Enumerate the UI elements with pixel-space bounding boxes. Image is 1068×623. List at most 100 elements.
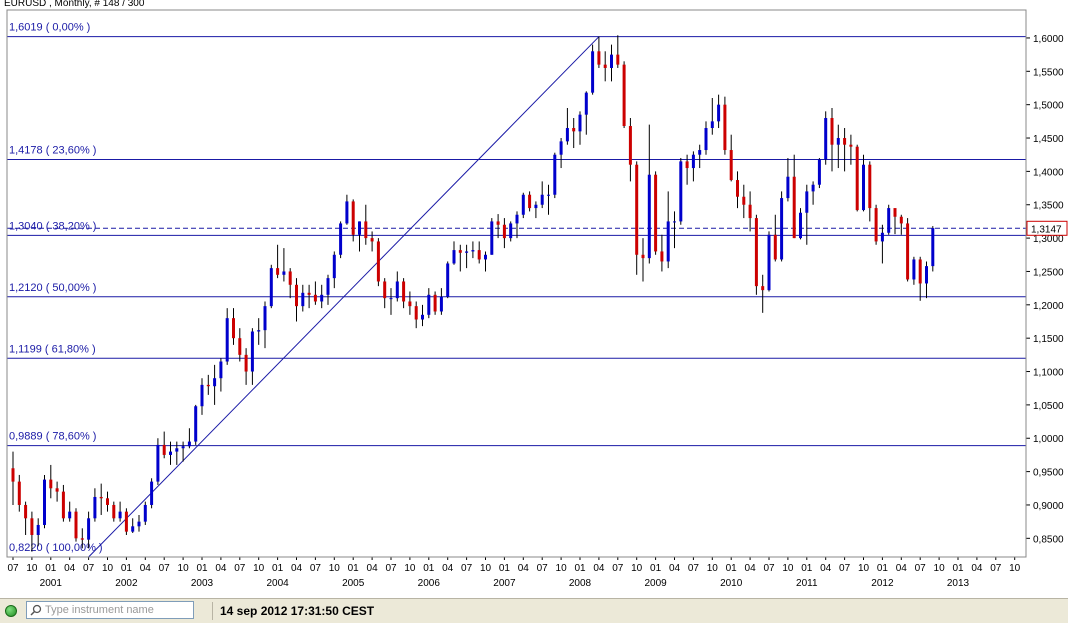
candle — [446, 261, 450, 299]
x-month-label: 04 — [64, 563, 76, 574]
x-month-label: 10 — [556, 563, 568, 574]
instrument-search-input[interactable] — [45, 603, 191, 617]
candle-body — [213, 378, 217, 387]
search-icon — [30, 604, 42, 616]
candle-body — [805, 191, 809, 213]
x-month-label: 10 — [178, 563, 190, 574]
candle-body — [811, 184, 815, 192]
x-month-label: 01 — [272, 563, 284, 574]
x-month-label: 04 — [291, 563, 303, 574]
candle-body — [578, 114, 582, 132]
x-month-label: 07 — [537, 563, 549, 574]
candle-body — [408, 301, 412, 307]
chart-canvas[interactable]: EURUSD , Monthly, # 148 / 300 1,6019 ( 0… — [0, 0, 1068, 598]
candle-body — [767, 234, 771, 291]
fib-level-label: 1,1199 ( 61,80% ) — [9, 343, 96, 355]
candle — [194, 404, 198, 445]
candle-body — [736, 180, 739, 197]
current-price-tag: 1,3147 — [1026, 220, 1068, 236]
candle-body — [458, 250, 462, 253]
candle — [150, 478, 154, 509]
x-month-label: 10 — [480, 563, 492, 574]
candle-body — [383, 281, 387, 299]
candle-body — [370, 238, 374, 242]
candle-body — [175, 448, 179, 452]
x-month-label: 07 — [915, 563, 927, 574]
candle — [553, 152, 557, 199]
candle-body — [320, 294, 324, 302]
candle-body — [124, 511, 128, 532]
y-tick-label: 1,2000 — [1033, 301, 1064, 312]
x-month-label: 01 — [499, 563, 511, 574]
candle-body — [313, 294, 317, 302]
candle-body — [295, 284, 298, 307]
y-tick-label: 1,0500 — [1033, 401, 1064, 412]
x-month-label: 10 — [782, 563, 794, 574]
candle — [780, 191, 784, 262]
x-year-label: 2011 — [796, 578, 818, 589]
candle-body — [521, 194, 525, 215]
y-tick-label: 1,2500 — [1033, 267, 1064, 278]
candle-body — [68, 511, 72, 519]
y-tick-label: 1,4500 — [1033, 134, 1064, 145]
x-month-label: 10 — [631, 563, 643, 574]
x-month-label: 01 — [574, 563, 586, 574]
candle-body — [906, 223, 910, 280]
x-year-label: 2004 — [266, 578, 289, 589]
x-year-label: 2007 — [493, 578, 516, 589]
candle — [433, 291, 437, 315]
candle-body — [194, 406, 198, 442]
candle-body — [200, 384, 204, 407]
x-month-label: 07 — [83, 563, 95, 574]
candle-body — [99, 496, 103, 499]
candle-body — [80, 538, 84, 540]
candle-body — [30, 518, 34, 535]
x-year-label: 2013 — [947, 578, 970, 589]
x-month-label: 04 — [140, 563, 152, 574]
candle — [490, 218, 494, 255]
candle-body — [780, 198, 784, 260]
candle-body — [685, 161, 689, 169]
candle-body — [358, 221, 361, 235]
candle-body — [654, 174, 658, 252]
candle — [931, 226, 935, 272]
x-month-label: 01 — [726, 563, 738, 574]
x-month-label: 04 — [367, 563, 379, 574]
candle — [74, 508, 78, 542]
candle-body — [118, 511, 122, 519]
candle-body — [931, 228, 935, 267]
candle — [824, 111, 828, 165]
candle-body — [836, 138, 840, 145]
candle-body — [717, 104, 721, 122]
x-year-label: 2010 — [720, 578, 743, 589]
candle-body — [156, 444, 160, 482]
x-month-label: 01 — [196, 563, 208, 574]
candle-body — [36, 524, 40, 535]
connection-status-icon — [5, 605, 17, 617]
candle — [723, 96, 727, 155]
candle-body — [547, 194, 550, 196]
candle-body — [263, 306, 267, 331]
candle-body — [723, 104, 727, 151]
instrument-search[interactable] — [26, 601, 194, 619]
candle — [269, 264, 273, 309]
x-year-label: 2001 — [40, 578, 63, 589]
candle-body — [704, 128, 708, 151]
x-month-label: 01 — [121, 563, 133, 574]
candle — [767, 231, 771, 292]
candle-body — [496, 221, 500, 225]
candle-body — [622, 64, 626, 127]
x-year-label: 2008 — [569, 578, 592, 589]
candle-body — [282, 271, 286, 275]
candle-body — [628, 126, 632, 165]
candle-body — [402, 281, 406, 302]
candle-body — [339, 223, 343, 255]
x-month-label: 04 — [971, 563, 983, 574]
x-month-label: 10 — [707, 563, 719, 574]
candle-body — [540, 194, 544, 205]
candle-body — [225, 318, 229, 362]
x-month-label: 04 — [896, 563, 908, 574]
candle — [799, 208, 802, 240]
candle-body — [421, 314, 424, 320]
candle-body — [584, 92, 588, 115]
